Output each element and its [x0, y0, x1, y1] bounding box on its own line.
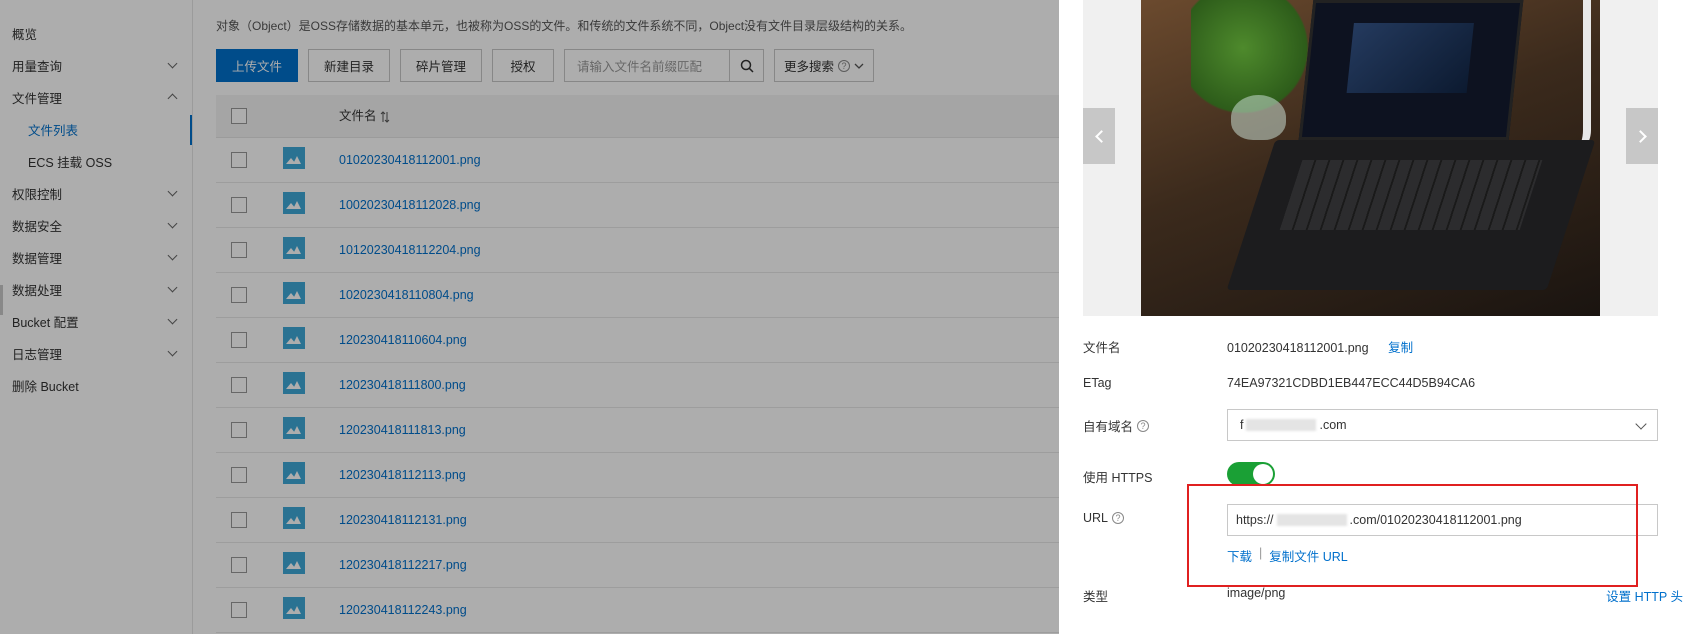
toggle-knob	[1253, 464, 1273, 484]
custom-domain-label-text: 自有域名	[1083, 420, 1134, 434]
preview-image	[1141, 0, 1600, 316]
chevron-left-icon	[1094, 129, 1108, 143]
help-icon[interactable]: ?	[1112, 512, 1125, 524]
filename-text: 01020230418112001.png	[1227, 341, 1369, 355]
https-label: 使用 HTTPS	[1083, 471, 1153, 485]
image-preview	[1083, 0, 1658, 316]
filename-label: 文件名	[1083, 341, 1121, 355]
custom-domain-select[interactable]: f .com	[1227, 409, 1658, 441]
help-icon[interactable]: ?	[1137, 419, 1150, 432]
file-detail-panel: 文件名 01020230418112001.png 复制 ETag 74EA97…	[1059, 0, 1683, 634]
chevron-down-icon	[1635, 418, 1647, 430]
photo-lamp	[1521, 0, 1591, 160]
type-value: image/png	[1227, 586, 1286, 600]
photo-laptop-screen	[1298, 0, 1524, 140]
set-http-header-link[interactable]: 设置 HTTP 头	[1606, 586, 1683, 605]
modal-overlay[interactable]	[0, 0, 1059, 634]
next-image-button[interactable]	[1626, 108, 1658, 164]
photo-keyboard	[1279, 160, 1543, 230]
file-list-main: 对象（Object）是OSS存储数据的基本单元，也被称为OSS的文件。和传统的文…	[0, 0, 1059, 634]
etag-value: 74EA97321CDBD1EB447ECC44D5B94CA6	[1227, 376, 1476, 390]
url-label: URL ?	[1083, 511, 1125, 525]
domain-suffix: .com	[1319, 418, 1347, 432]
https-toggle[interactable]	[1227, 462, 1275, 486]
etag-label: ETag	[1083, 376, 1112, 390]
chevron-right-icon	[1633, 129, 1647, 143]
highlight-box	[1187, 484, 1638, 587]
prev-image-button[interactable]	[1083, 108, 1115, 164]
copy-filename-link[interactable]: 复制	[1388, 341, 1413, 355]
redacted-text	[1246, 419, 1317, 431]
custom-domain-label: 自有域名 ?	[1083, 416, 1150, 435]
type-label: 类型	[1083, 590, 1109, 604]
domain-prefix: f	[1240, 418, 1244, 432]
photo-vase	[1231, 95, 1286, 140]
filename-value: 01020230418112001.png 复制	[1227, 337, 1413, 356]
url-label-text: URL	[1083, 511, 1109, 525]
